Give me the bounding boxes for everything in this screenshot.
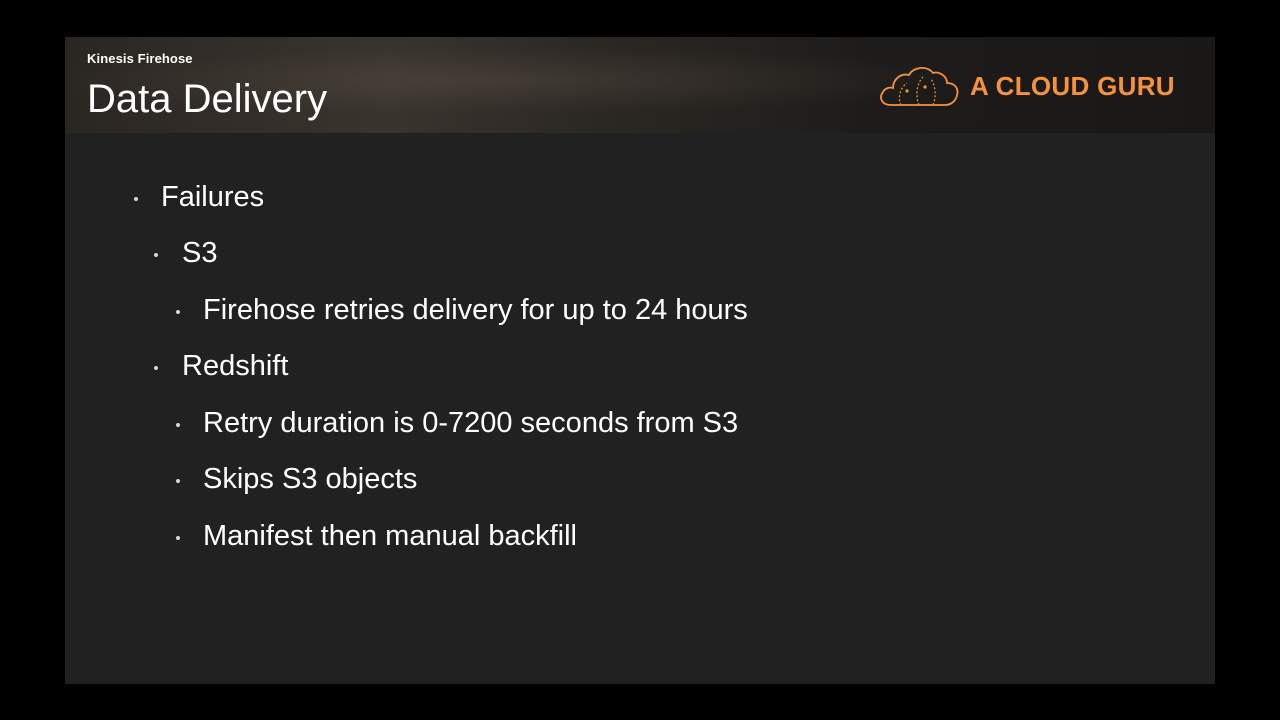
bullet-redshift-retry: Retry duration is 0-7200 seconds from S3	[203, 407, 739, 439]
bullet-dot	[176, 536, 180, 540]
slide: Kinesis Firehose Data Delivery A CLOUD G…	[65, 37, 1215, 684]
bullet-failures: Failures	[161, 181, 265, 213]
bullet-dot	[154, 253, 158, 257]
bullet-dot	[176, 479, 180, 483]
bullet-redshift-manifest: Manifest then manual backfill	[203, 520, 577, 552]
bullet-redshift: Redshift	[182, 350, 289, 382]
bullet-dot	[176, 310, 180, 314]
bullet-s3-retries: Firehose retries delivery for up to 24 h…	[203, 294, 748, 326]
bullet-redshift-skips: Skips S3 objects	[203, 463, 418, 495]
bullet-dot	[154, 366, 158, 370]
bullet-dot	[134, 197, 138, 201]
bullet-s3: S3	[182, 237, 218, 269]
bullet-dot	[176, 423, 180, 427]
bullet-list: Failures S3 Firehose retries delivery fo…	[65, 37, 1215, 684]
